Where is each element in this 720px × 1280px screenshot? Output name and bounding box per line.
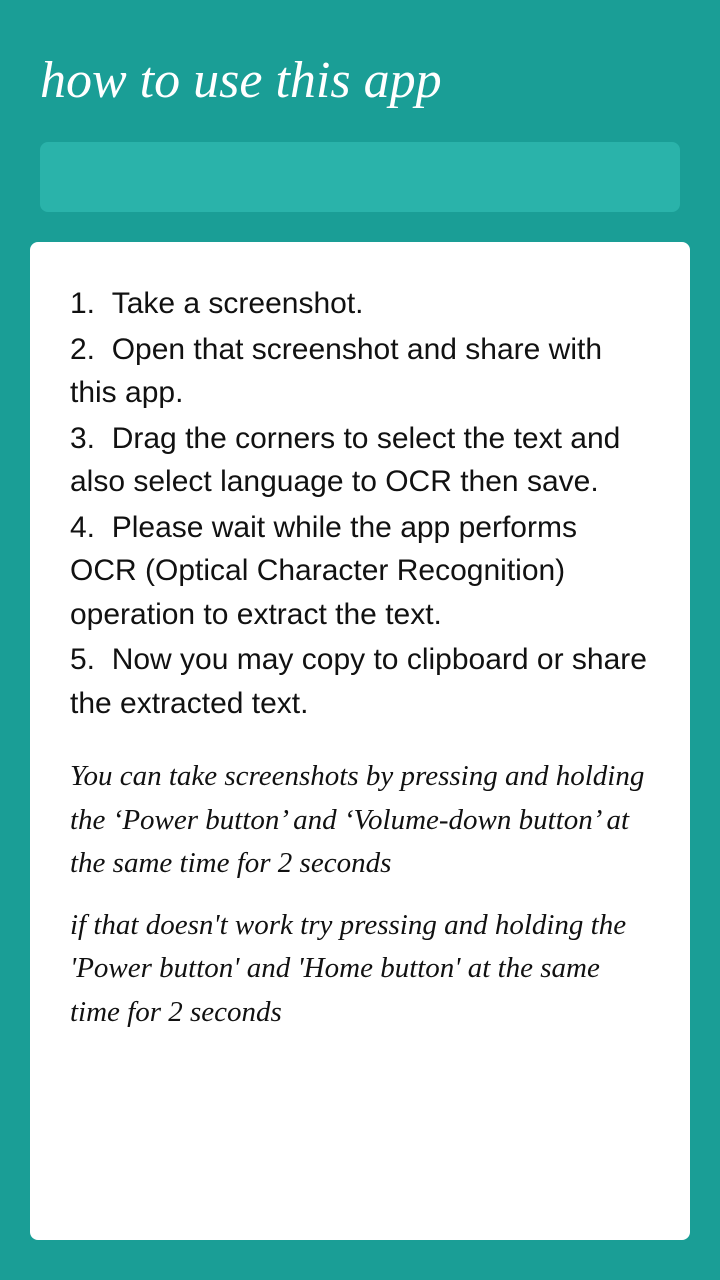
step-5-number: 5. [70,643,112,676]
step-4: 4. Please wait while the app performs OC… [70,506,650,637]
content-card: 1. Take a screenshot. 2. Open that scree… [30,242,690,1240]
step-3: 3. Drag the corners to select the text a… [70,417,650,504]
header-box-area [0,142,720,242]
step-2-text: Open that screenshot and share with this… [70,333,602,410]
step-2: 2. Open that screenshot and share with t… [70,328,650,415]
step-3-text: Drag the corners to select the text and … [70,422,620,499]
steps-list: 1. Take a screenshot. 2. Open that scree… [70,282,650,725]
step-1-number: 1. [70,287,112,320]
step-3-number: 3. [70,422,112,455]
italic-note-line2: if that doesn't work try pressing and ho… [70,904,650,1035]
step-5: 5. Now you may copy to clipboard or shar… [70,638,650,725]
step-4-number: 4. [70,511,112,544]
italic-note-line1: You can take screenshots by pressing and… [70,755,650,886]
header-inner-box [40,142,680,212]
step-5-text: Now you may copy to clipboard or share t… [70,643,647,720]
step-2-number: 2. [70,333,112,366]
italic-note-section: You can take screenshots by pressing and… [70,755,650,1034]
step-4-text: Please wait while the app performs OCR (… [70,511,577,631]
step-1-text: Take a screenshot. [112,287,364,320]
page-title: how to use this app [40,50,680,112]
header-section: how to use this app [0,0,720,142]
step-1: 1. Take a screenshot. [70,282,650,326]
